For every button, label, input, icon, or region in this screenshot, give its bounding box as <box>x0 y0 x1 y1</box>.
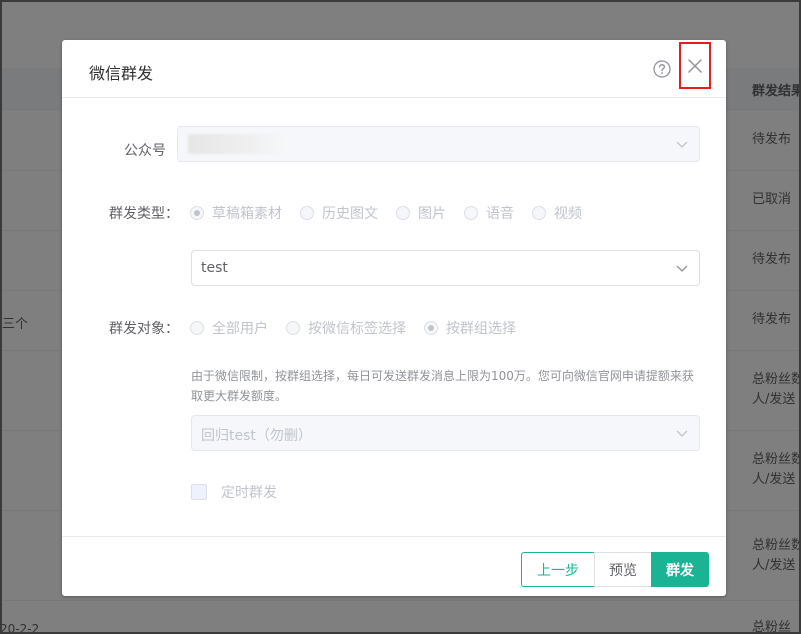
radio-dot <box>190 321 204 335</box>
send-type-radio-group: 草稿箱素材 历史图文 图片 语音 视频 <box>190 203 600 223</box>
send-button[interactable]: 群发 <box>651 552 709 587</box>
radio-dot <box>286 321 300 335</box>
radio-label: 按群组选择 <box>446 321 516 337</box>
close-icon <box>688 58 702 73</box>
group-select-value: 回归test（勿删） <box>201 428 312 444</box>
account-select[interactable] <box>177 126 700 162</box>
account-label: 公众号 <box>124 143 166 159</box>
radio-label: 草稿箱素材 <box>212 206 282 222</box>
question-circle-icon[interactable] <box>653 60 671 78</box>
dialog-footer: 上一步 预览 群发 <box>62 536 726 596</box>
radio-voice[interactable]: 语音 <box>464 203 514 223</box>
radio-label: 图片 <box>418 206 446 222</box>
radio-dot <box>190 206 204 220</box>
radio-dot <box>424 321 438 335</box>
chevron-down-icon <box>676 430 688 437</box>
material-select[interactable]: test <box>191 250 700 286</box>
send-type-label: 群发类型： <box>109 206 179 222</box>
group-limit-hint: 由于微信限制，按群组选择，每日可发送群发消息上限为100万。您可向微信官网申请提… <box>191 369 694 403</box>
scheduled-send-checkbox[interactable]: 定时群发 <box>191 482 277 502</box>
radio-label: 语音 <box>486 206 514 222</box>
send-target-label: 群发对象： <box>109 321 179 337</box>
mass-send-dialog: 微信群发 公众号 群发类型： 草稿箱素材 历史图文 图片 语音 视频 test … <box>62 40 726 596</box>
scheduled-send-label: 定时群发 <box>221 485 277 501</box>
radio-dot <box>464 206 478 220</box>
radio-history-article[interactable]: 历史图文 <box>300 203 378 223</box>
radio-video[interactable]: 视频 <box>532 203 582 223</box>
group-select[interactable]: 回归test（勿删） <box>191 415 700 451</box>
material-select-value: test <box>201 260 228 276</box>
radio-image[interactable]: 图片 <box>396 203 446 223</box>
radio-label: 按微信标签选择 <box>308 321 406 337</box>
send-target-radio-group: 全部用户 按微信标签选择 按群组选择 <box>190 318 534 338</box>
chevron-down-icon <box>676 265 688 272</box>
radio-label: 视频 <box>554 206 582 222</box>
radio-by-group[interactable]: 按群组选择 <box>424 318 516 338</box>
dialog-title: 微信群发 <box>89 64 154 83</box>
radio-draft-material[interactable]: 草稿箱素材 <box>190 203 282 223</box>
account-name-redacted <box>188 134 284 154</box>
radio-by-tag[interactable]: 按微信标签选择 <box>286 318 406 338</box>
preview-button[interactable]: 预览 <box>594 552 652 587</box>
radio-dot <box>532 206 546 220</box>
radio-dot <box>300 206 314 220</box>
radio-label: 历史图文 <box>322 206 378 222</box>
radio-label: 全部用户 <box>212 321 268 337</box>
radio-dot <box>396 206 410 220</box>
dialog-header: 微信群发 <box>62 40 726 98</box>
close-button[interactable] <box>679 42 711 89</box>
radio-all-users[interactable]: 全部用户 <box>190 318 268 338</box>
chevron-down-icon <box>676 141 688 148</box>
checkbox-box <box>191 484 207 500</box>
previous-step-button[interactable]: 上一步 <box>521 552 595 587</box>
